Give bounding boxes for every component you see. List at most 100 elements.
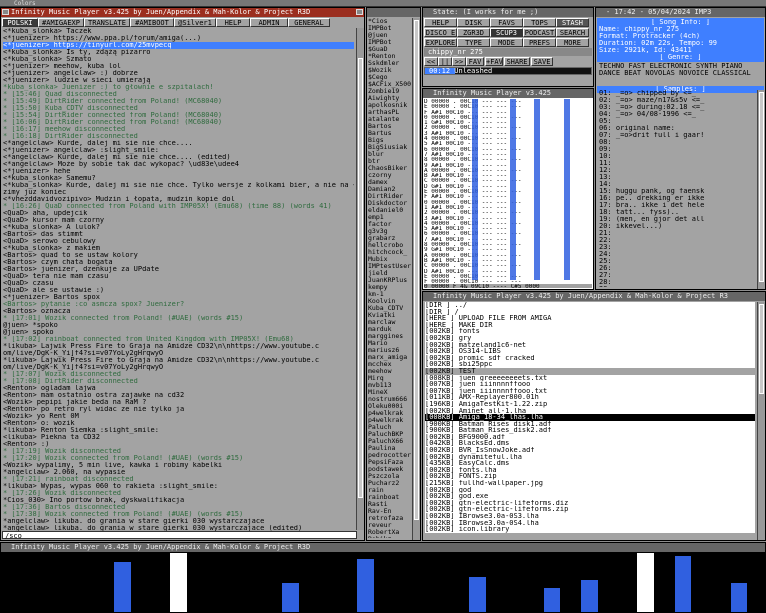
- file-list-item[interactable]: [007KB] juen iiinnnnffooo.txt: [425, 387, 755, 395]
- user-list-item[interactable]: p4welkrak: [368, 410, 411, 417]
- user-list-item[interactable]: eldaniel0: [368, 207, 411, 214]
- user-list-item[interactable]: Aiwighty: [368, 95, 411, 102]
- transport-button[interactable]: ||: [438, 57, 452, 66]
- chat-titlebar[interactable]: Infinity Music Player v3.425 by Juen/App…: [1, 8, 364, 17]
- user-list-item[interactable]: JuanKRPlus: [368, 277, 411, 284]
- roster-titlebar[interactable]: [367, 8, 420, 17]
- player-window[interactable]: State: (I works for me ;) HELP DISK FAVS TO…: [422, 7, 594, 87]
- user-list-item[interactable]: blur: [368, 151, 411, 158]
- user-list-item[interactable]: arthasPL: [368, 109, 411, 116]
- user-list[interactable]: *Cios IMPBot @juen IMPBot $GuaD *Renton Sskdml…: [368, 18, 411, 538]
- user-list-item[interactable]: pedrocotter: [368, 452, 411, 459]
- info-scrollbar[interactable]: [757, 90, 765, 289]
- user-list-item[interactable]: Pszczola: [368, 473, 411, 480]
- user-list-item[interactable]: mariusz6: [368, 347, 411, 354]
- file-list-item[interactable]: [002KB] icon.library: [425, 526, 755, 533]
- user-list-item[interactable]: emp1: [368, 214, 411, 221]
- player-button[interactable]: EXPLORE: [424, 38, 457, 47]
- roster-scrollbar[interactable]: [412, 18, 420, 540]
- user-list-item[interactable]: kempy: [368, 284, 411, 291]
- file-list-item[interactable]: [002KB] fonts.lha: [425, 466, 755, 474]
- user-list-item[interactable]: marduk: [368, 326, 411, 333]
- roster-scroll-knob[interactable]: [414, 20, 419, 520]
- user-list-item[interactable]: PepsiFaza: [368, 459, 411, 466]
- file-list-item[interactable]: [900KB] Batman_Rises_disk1.adf: [425, 420, 755, 428]
- visualizer-titlebar[interactable]: Infinity Music Player v3.425 by Juen/App…: [1, 543, 765, 552]
- user-list-item[interactable]: Rav-En: [368, 508, 411, 515]
- chat-scroll-knob[interactable]: [358, 58, 363, 498]
- file-list-item[interactable]: [HERE ] MAKE DIR: [425, 321, 755, 329]
- roster-window[interactable]: *Cios IMPBot @juen IMPBot $GuaD *Renton Sskdml…: [366, 7, 421, 541]
- chat-input[interactable]: /sco: [2, 531, 357, 540]
- channel-tab[interactable]: POLSKI: [2, 18, 38, 27]
- file-list-item[interactable]: [DIR ] ../: [425, 302, 755, 309]
- file-list[interactable]: [DIR ] ../[DIR ] / [HERE ] UPLOAD FILE FR…: [425, 302, 755, 538]
- user-list-item[interactable]: hitchcock_: [368, 249, 411, 256]
- files-titlebar[interactable]: Infinity Music Player v3.425 by Juen/App…: [423, 292, 765, 301]
- depth-icon[interactable]: [356, 9, 363, 15]
- user-list-item[interactable]: Bartus: [368, 130, 411, 137]
- user-list-item[interactable]: Bigs: [368, 137, 411, 144]
- user-list-item[interactable]: factor: [368, 221, 411, 228]
- file-list-item[interactable]: [002KB] matzeland1c6-net: [425, 341, 755, 349]
- user-list-item[interactable]: Mirq: [368, 375, 411, 382]
- info-scroll-knob[interactable]: [759, 92, 764, 282]
- player-button[interactable]: DISCO E: [424, 28, 457, 37]
- user-list-item[interactable]: apolkosnik: [368, 102, 411, 109]
- user-list-item[interactable]: Koolvin: [368, 298, 411, 305]
- user-list-item[interactable]: marggines: [368, 333, 411, 340]
- user-list-item[interactable]: $Wozik: [368, 67, 411, 74]
- file-list-item[interactable]: [002KB] god.exe: [425, 493, 755, 500]
- file-list-item[interactable]: [008KB] juen greeeeeeeets.txt: [425, 374, 755, 382]
- user-list-item[interactable]: IMPBot: [368, 25, 411, 32]
- user-list-item[interactable]: btr: [368, 158, 411, 165]
- transport-button[interactable]: <<: [424, 57, 438, 66]
- file-list-item[interactable]: [002KB] sbi25ppc: [425, 361, 755, 368]
- user-list-item[interactable]: PaluchBKP: [368, 431, 411, 438]
- chat-scrollbar[interactable]: [356, 28, 364, 530]
- channel-tab[interactable]: ADMIN: [250, 18, 288, 27]
- transport-button[interactable]: FAV: [466, 57, 484, 66]
- file-list-item[interactable]: [007KB] juen iiinnnnffooo: [425, 381, 755, 388]
- player-button[interactable]: STASH: [556, 18, 589, 27]
- user-list-item[interactable]: Oleku000i: [368, 403, 411, 410]
- user-list-item[interactable]: @juen: [368, 32, 411, 39]
- user-list-item[interactable]: Paulina: [368, 445, 411, 452]
- file-list-item[interactable]: [002KB] OS314-LIBS: [425, 348, 755, 355]
- transport-button[interactable]: >>: [452, 57, 466, 66]
- channel-tab[interactable]: #AMIBOOT: [130, 18, 174, 27]
- user-list-item[interactable]: RobertXa: [368, 529, 411, 536]
- user-list-item[interactable]: $Cego: [368, 74, 411, 81]
- user-list-item[interactable]: atalante: [368, 116, 411, 123]
- user-list-item[interactable]: DirtRider: [368, 193, 411, 200]
- user-list-item[interactable]: rain: [368, 487, 411, 494]
- user-list-item[interactable]: Mubix: [368, 256, 411, 263]
- chat-window[interactable]: Infinity Music Player v3.425 by Juen/App…: [0, 7, 365, 541]
- user-list-item[interactable]: Robikz: [368, 536, 411, 538]
- file-list-item[interactable]: [002KB] IBrowse3.0a-0S4.lha: [425, 519, 755, 527]
- player-titlebar[interactable]: State: (I works for me ;): [423, 8, 593, 17]
- user-list-item[interactable]: nostrum666: [368, 396, 411, 403]
- player-button[interactable]: DISK: [457, 18, 490, 27]
- file-list-item[interactable]: [002KB] dynamiteful.lha: [425, 453, 755, 461]
- user-list-item[interactable]: jield: [368, 270, 411, 277]
- player-button[interactable]: MORE: [556, 38, 589, 47]
- player-button[interactable]: TOPS: [523, 18, 556, 27]
- file-list-item[interactable]: [011KB] AMX-Replayer800.01h: [425, 394, 755, 401]
- user-list-item[interactable]: meehow: [368, 368, 411, 375]
- file-list-item[interactable]: [196KB] AmigaTestKit-1.22.zip: [425, 400, 755, 408]
- user-list-item[interactable]: Kviatki: [368, 312, 411, 319]
- user-list-item[interactable]: g3v3g: [368, 228, 411, 235]
- user-list-item[interactable]: Mario: [368, 340, 411, 347]
- transport-button[interactable]: +FAV: [485, 57, 503, 66]
- file-list-item[interactable]: [435KB] EasyCalc.dms: [425, 460, 755, 467]
- user-list-item[interactable]: IMPBot: [368, 39, 411, 46]
- file-list-item[interactable]: [008KB] Amiga_18-34_lhas.lha: [425, 414, 755, 421]
- channel-tab[interactable]: #AMIGAEXP: [38, 18, 84, 27]
- user-list-item[interactable]: retrofaza: [368, 515, 411, 522]
- player-button[interactable]: FAVS: [490, 18, 523, 27]
- user-list-item[interactable]: Zombie19: [368, 88, 411, 95]
- user-list-item[interactable]: ChaosBiker: [368, 165, 411, 172]
- close-icon[interactable]: [2, 9, 9, 15]
- file-list-item[interactable]: [042KB] BlacksEd.dms: [425, 440, 755, 448]
